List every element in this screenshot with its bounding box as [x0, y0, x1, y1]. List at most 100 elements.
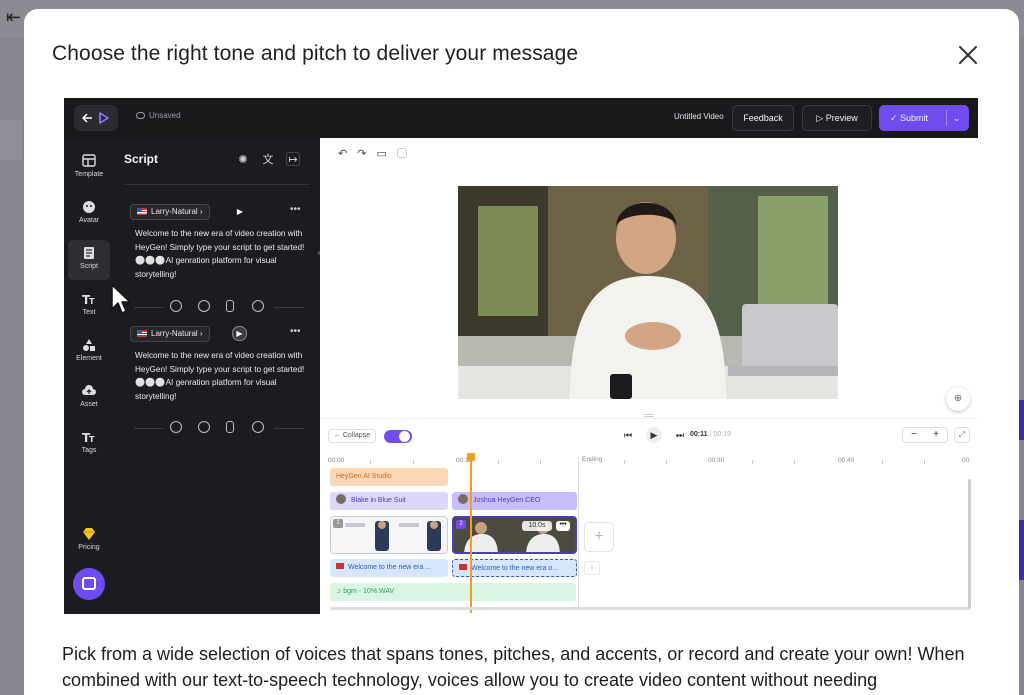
sidebar-item-pricing[interactable]: Pricing [68, 521, 110, 561]
upload-icon[interactable] [252, 421, 264, 433]
us-flag-icon [459, 564, 467, 570]
avatar-track-label: Blake in Blue Suit [351, 497, 406, 504]
playback-controls: ⏮ ▶ ⏭ [620, 427, 698, 443]
add-icon[interactable] [170, 300, 182, 312]
zoom-out-icon[interactable]: − [903, 428, 925, 442]
pause-icon[interactable] [198, 300, 210, 312]
add-script-button[interactable]: + [584, 561, 600, 575]
zoom-in-icon[interactable]: + [925, 428, 947, 442]
clip-number: 2 [456, 520, 466, 529]
editor-sidebar: Template Avatar Script TT Text Element A… [64, 138, 114, 614]
vertical-scrollbar[interactable] [968, 479, 971, 609]
editor-topbar: Unsaved Untitled Video Feedback ▷ Previe… [64, 98, 978, 138]
close-icon[interactable] [956, 43, 980, 67]
fullscreen-icon[interactable]: ⤢ [954, 427, 970, 443]
us-flag-icon [336, 563, 344, 569]
sidebar-item-element[interactable]: Element [68, 332, 110, 372]
scene-clip[interactable]: 1 [330, 516, 448, 554]
play-icon[interactable]: ▶ [232, 326, 247, 341]
script-track[interactable]: Welcome to the new era ... [330, 559, 448, 577]
sidebar-item-template[interactable]: Template [68, 148, 110, 188]
script-text[interactable]: Welcome to the new era of video creation… [135, 349, 310, 403]
cloud-icon [136, 112, 145, 119]
expand-panel-icon[interactable]: ↦ [286, 152, 300, 166]
preview-button[interactable]: ▷ Preview [802, 105, 872, 131]
more-icon[interactable]: ••• [556, 521, 570, 531]
tags-icon: TT [82, 431, 95, 444]
horizontal-scrollbar[interactable] [330, 607, 970, 610]
background-sidebar-fragment [0, 120, 22, 160]
avatar-icon [83, 201, 95, 213]
more-icon[interactable]: ••• [290, 326, 301, 337]
ruler-label: 00: [962, 457, 972, 464]
us-flag-icon [137, 330, 147, 337]
collapse-button[interactable]: ← Collapse [328, 429, 376, 443]
redo-icon[interactable]: ↷ [357, 148, 366, 160]
sidebar-item-label: Asset [80, 401, 98, 408]
play-icon[interactable]: ▶ [234, 206, 246, 218]
add-icon[interactable] [170, 421, 182, 433]
modal-title: Choose the right tone and pitch to deliv… [52, 42, 579, 65]
background-color-icon[interactable] [396, 148, 407, 158]
sidebar-item-label: Template [74, 171, 104, 178]
chat-icon [82, 577, 96, 590]
more-icon[interactable]: ••• [290, 204, 301, 215]
monitor-icon[interactable]: ▭ [376, 148, 386, 160]
ruler-label: 00:00 [328, 457, 345, 464]
feedback-button[interactable]: Feedback [732, 105, 794, 131]
ruler-label: 00:30 [708, 457, 725, 464]
undo-icon[interactable]: ↶ [338, 148, 347, 160]
ai-icon[interactable]: ✺ [236, 153, 250, 167]
playhead[interactable] [467, 453, 475, 613]
pause-icon[interactable] [198, 421, 210, 433]
total-time: / 00:19 [709, 431, 731, 438]
ending-label: Ending [582, 456, 603, 463]
text-track[interactable]: HeyGen AI Studio [330, 468, 448, 486]
avatar [458, 494, 468, 504]
template-icon [82, 154, 96, 167]
timeline-toggle[interactable] [384, 430, 412, 443]
save-status-label: Unsaved [149, 111, 181, 120]
script-track-label: Welcome to the new era ... [348, 564, 432, 571]
script-actions [124, 421, 310, 435]
save-status: Unsaved [136, 111, 181, 120]
avatar-video-frame[interactable] [458, 186, 838, 399]
voice-selector[interactable]: Larry-Natural › [130, 326, 210, 342]
sidebar-item-avatar[interactable]: Avatar [68, 194, 110, 234]
submit-button[interactable]: ✓ Submit ⌄ [879, 105, 969, 131]
microphone-icon[interactable] [226, 300, 234, 312]
check-icon: ✓ [890, 113, 901, 123]
skip-forward-icon[interactable]: ⏭ [672, 427, 688, 443]
video-title[interactable]: Untitled Video [674, 112, 724, 121]
editor-preview-image: Unsaved Untitled Video Feedback ▷ Previe… [64, 98, 978, 614]
clip-duration: 10.0s [522, 521, 552, 531]
timeline-ruler: 00:00 00:10 00:30 00:40 00: [328, 457, 974, 467]
sidebar-item-text[interactable]: TT Text [68, 286, 110, 326]
upload-icon[interactable] [252, 300, 264, 312]
avatar-track[interactable]: Blake in Blue Suit [330, 492, 448, 510]
sidebar-item-label: Pricing [78, 544, 100, 551]
preview-label: Preview [825, 113, 858, 123]
chat-support-button[interactable] [73, 568, 105, 600]
voice-selector[interactable]: Larry-Natural › [130, 204, 210, 220]
chevron-down-icon[interactable]: ⌄ [953, 106, 961, 130]
resize-handle[interactable] [644, 414, 654, 417]
microphone-icon[interactable] [226, 421, 234, 433]
sidebar-item-script[interactable]: Script [68, 240, 110, 280]
zoom-icon[interactable]: ⊕ [946, 387, 970, 411]
svg-text:T: T [89, 297, 95, 306]
skip-back-icon[interactable]: ⏮ [620, 427, 636, 443]
translate-icon[interactable]: 文 [261, 153, 275, 167]
feature-modal: Choose the right tone and pitch to deliv… [24, 9, 1019, 695]
avatar [336, 494, 346, 504]
back-button[interactable] [74, 105, 118, 131]
sidebar-item-asset[interactable]: Asset [68, 378, 110, 418]
play-icon[interactable]: ▶ [646, 427, 662, 443]
sidebar-item-tags[interactable]: TT Tags [68, 424, 110, 464]
music-track[interactable]: ♫ bgm - 10%.WAV [330, 583, 576, 601]
add-scene-button[interactable]: + [584, 522, 614, 552]
script-panel: Script ✺ 文 ↦ Larry-Natural › ▶ ••• Welcome… [114, 138, 320, 614]
script-text[interactable]: Welcome to the new era of video creation… [135, 227, 310, 281]
avatar-scene-image [458, 186, 838, 399]
collapse-label: Collapse [342, 432, 371, 439]
